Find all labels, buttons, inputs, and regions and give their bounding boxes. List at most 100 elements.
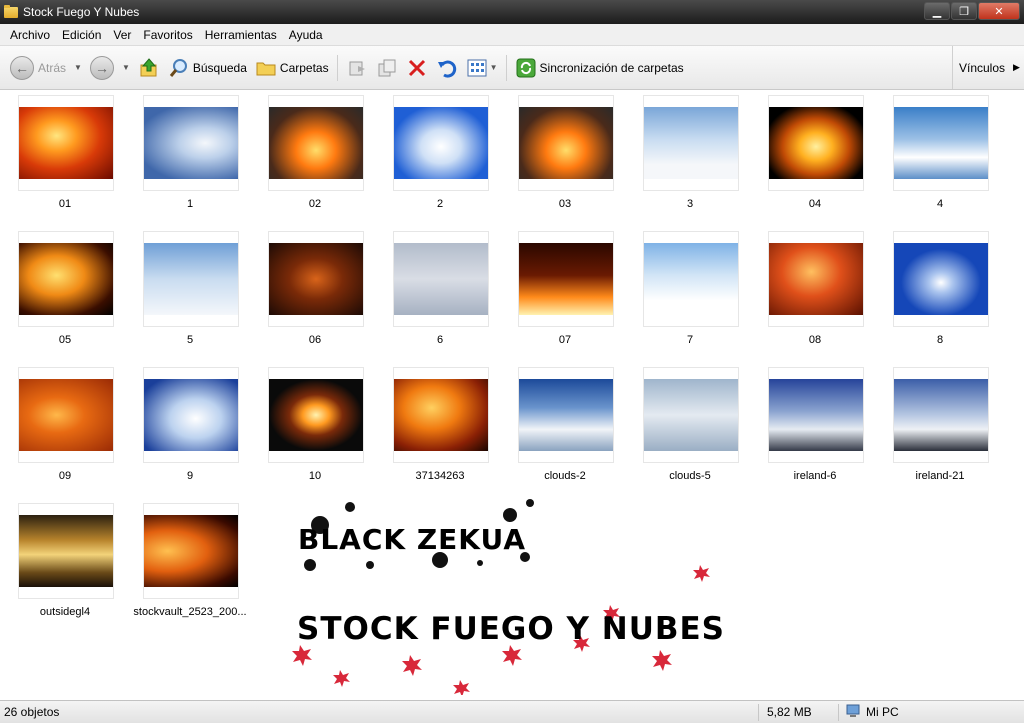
folders-label: Carpetas bbox=[279, 60, 329, 75]
file-item[interactable]: 09 bbox=[0, 362, 120, 498]
watermark-line2: STOCK FUEGO Y NUBES bbox=[297, 611, 725, 647]
file-item[interactable]: 6 bbox=[375, 226, 495, 362]
image-thumbnail bbox=[143, 503, 239, 599]
file-name: ireland-6 bbox=[793, 470, 837, 482]
image-thumbnail bbox=[18, 95, 114, 191]
image-thumbnail bbox=[143, 95, 239, 191]
file-item[interactable]: 08 bbox=[750, 226, 870, 362]
file-item[interactable]: ireland-6 bbox=[750, 362, 870, 498]
file-item[interactable]: 2 bbox=[375, 90, 495, 226]
search-button[interactable]: Búsqueda bbox=[164, 53, 251, 83]
minimize-button[interactable]: ▁ bbox=[924, 2, 950, 20]
file-name: 09 bbox=[58, 470, 72, 482]
menu-ayuda[interactable]: Ayuda bbox=[283, 28, 329, 42]
file-item[interactable]: 06 bbox=[250, 226, 370, 362]
search-icon bbox=[168, 57, 190, 79]
image-thumbnail bbox=[768, 95, 864, 191]
file-name: 01 bbox=[58, 198, 72, 210]
status-divider bbox=[838, 704, 839, 721]
file-item[interactable]: 4 bbox=[875, 90, 995, 226]
move-to-button[interactable] bbox=[342, 53, 372, 83]
file-name: 6 bbox=[436, 334, 444, 346]
file-item[interactable]: outsidegl4 bbox=[0, 498, 120, 634]
image-thumbnail bbox=[143, 367, 239, 463]
up-folder-button[interactable] bbox=[134, 53, 164, 83]
file-name: 07 bbox=[558, 334, 572, 346]
file-item[interactable]: 02 bbox=[250, 90, 370, 226]
file-name: 02 bbox=[308, 198, 322, 210]
file-name: 2 bbox=[436, 198, 444, 210]
sync-folders-button[interactable]: Sincronización de carpetas bbox=[511, 53, 688, 83]
delete-button[interactable] bbox=[402, 53, 432, 83]
image-thumbnail bbox=[518, 95, 614, 191]
undo-button[interactable] bbox=[432, 53, 462, 83]
menu-archivo[interactable]: Archivo bbox=[4, 28, 56, 42]
toolbar: ← Atrás ▼ → ▼ Búsqueda Carpetas ▼ Sincro… bbox=[0, 46, 1024, 90]
folder-icon bbox=[4, 4, 18, 18]
file-item[interactable]: 9 bbox=[125, 362, 245, 498]
file-name: clouds-2 bbox=[544, 470, 586, 482]
file-item[interactable]: 04 bbox=[750, 90, 870, 226]
image-thumbnail bbox=[18, 503, 114, 599]
file-item[interactable]: clouds-5 bbox=[625, 362, 745, 498]
close-button[interactable]: ✕ bbox=[978, 2, 1020, 20]
file-item[interactable]: clouds-2 bbox=[500, 362, 620, 498]
copy-to-button[interactable] bbox=[372, 53, 402, 83]
file-item[interactable]: 5 bbox=[125, 226, 245, 362]
file-item[interactable]: 8 bbox=[875, 226, 995, 362]
file-name: 4 bbox=[936, 198, 944, 210]
forward-dropdown-icon[interactable]: ▼ bbox=[122, 63, 130, 72]
maximize-button[interactable]: ❐ bbox=[951, 2, 977, 20]
menu-herramientas[interactable]: Herramientas bbox=[199, 28, 283, 42]
file-item[interactable]: 10 bbox=[250, 362, 370, 498]
image-thumbnail bbox=[268, 367, 364, 463]
back-arrow-icon: ← bbox=[10, 55, 34, 80]
menu-favoritos[interactable]: Favoritos bbox=[137, 28, 198, 42]
file-item[interactable]: 01 bbox=[0, 90, 120, 226]
file-item[interactable]: 37134263 bbox=[375, 362, 495, 498]
file-name: stockvault_2523_200... bbox=[133, 606, 247, 618]
copy-to-icon bbox=[376, 57, 398, 79]
folders-button[interactable]: Carpetas bbox=[251, 53, 333, 83]
toolbar-separator bbox=[336, 54, 338, 81]
views-button[interactable]: ▼ bbox=[462, 53, 502, 83]
file-name: 3 bbox=[686, 198, 694, 210]
image-thumbnail bbox=[518, 367, 614, 463]
file-item[interactable]: stockvault_2523_200... bbox=[125, 498, 247, 634]
file-name: 10 bbox=[308, 470, 322, 482]
views-grid-icon bbox=[466, 57, 488, 79]
views-dropdown-icon[interactable]: ▼ bbox=[490, 63, 498, 72]
sync-icon bbox=[515, 57, 537, 79]
image-thumbnail bbox=[268, 231, 364, 327]
file-name: 8 bbox=[936, 334, 944, 346]
forward-button[interactable]: → ▼ bbox=[86, 53, 134, 83]
file-item[interactable]: 03 bbox=[500, 90, 620, 226]
file-item[interactable]: 05 bbox=[0, 226, 120, 362]
file-name: outsidegl4 bbox=[39, 606, 91, 618]
back-button[interactable]: ← Atrás ▼ bbox=[6, 53, 86, 83]
total-size: 5,82 MB bbox=[767, 705, 812, 719]
delete-icon bbox=[406, 57, 428, 79]
file-name: 5 bbox=[186, 334, 194, 346]
file-name: 9 bbox=[186, 470, 194, 482]
image-thumbnail bbox=[768, 367, 864, 463]
file-name: ireland-21 bbox=[915, 470, 965, 482]
file-item[interactable]: 3 bbox=[625, 90, 745, 226]
up-folder-icon bbox=[138, 57, 160, 79]
links-menu[interactable]: Vínculos ▶ bbox=[952, 46, 1024, 89]
file-item[interactable]: ireland-21 bbox=[875, 362, 995, 498]
links-label: Vínculos bbox=[959, 60, 1006, 75]
file-item[interactable]: 07 bbox=[500, 226, 620, 362]
file-item[interactable]: 7 bbox=[625, 226, 745, 362]
menu-ver[interactable]: Ver bbox=[107, 28, 137, 42]
computer-icon bbox=[846, 704, 860, 721]
file-name: 08 bbox=[808, 334, 822, 346]
menu-edicion[interactable]: Edición bbox=[56, 28, 107, 42]
sync-label: Sincronización de carpetas bbox=[539, 60, 684, 75]
image-thumbnail bbox=[268, 95, 364, 191]
file-item[interactable]: 1 bbox=[125, 90, 245, 226]
file-name: 37134263 bbox=[415, 470, 465, 482]
back-dropdown-icon[interactable]: ▼ bbox=[74, 63, 82, 72]
object-count: 26 objetos bbox=[4, 705, 60, 719]
file-name: 7 bbox=[686, 334, 694, 346]
